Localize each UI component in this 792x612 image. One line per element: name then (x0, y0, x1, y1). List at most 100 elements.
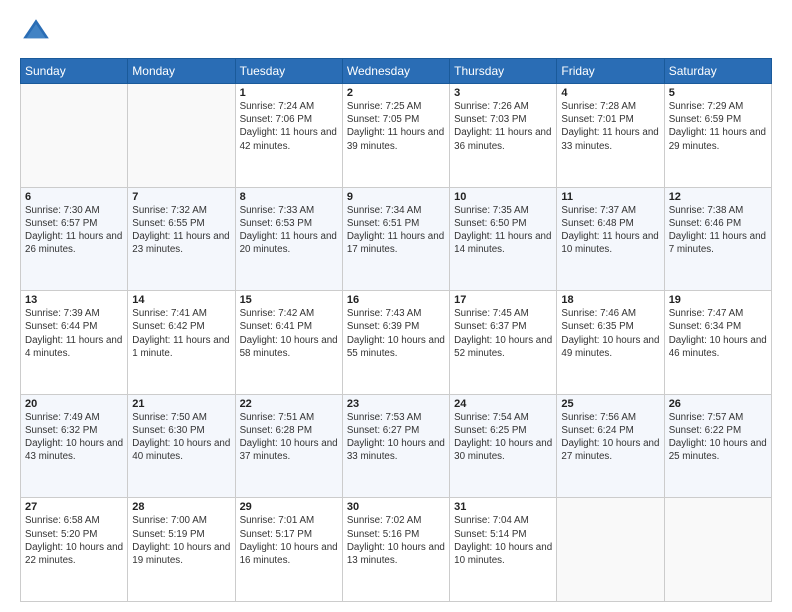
calendar-cell: 12Sunrise: 7:38 AM Sunset: 6:46 PM Dayli… (664, 187, 771, 291)
day-info: Sunrise: 7:34 AM Sunset: 6:51 PM Dayligh… (347, 204, 445, 257)
day-info: Sunrise: 7:32 AM Sunset: 6:55 PM Dayligh… (132, 204, 230, 257)
weekday-wednesday: Wednesday (342, 59, 449, 84)
calendar-cell: 8Sunrise: 7:33 AM Sunset: 6:53 PM Daylig… (235, 187, 342, 291)
day-number: 14 (132, 294, 230, 306)
day-info: Sunrise: 7:41 AM Sunset: 6:42 PM Dayligh… (132, 307, 230, 360)
logo (20, 16, 56, 48)
calendar-cell: 31Sunrise: 7:04 AM Sunset: 5:14 PM Dayli… (450, 498, 557, 602)
week-row-1: 1Sunrise: 7:24 AM Sunset: 7:06 PM Daylig… (21, 84, 772, 188)
week-row-4: 20Sunrise: 7:49 AM Sunset: 6:32 PM Dayli… (21, 394, 772, 498)
day-number: 6 (25, 191, 123, 203)
weekday-friday: Friday (557, 59, 664, 84)
day-number: 1 (240, 87, 338, 99)
calendar-table: SundayMondayTuesdayWednesdayThursdayFrid… (20, 58, 772, 602)
calendar-cell: 6Sunrise: 7:30 AM Sunset: 6:57 PM Daylig… (21, 187, 128, 291)
day-info: Sunrise: 7:51 AM Sunset: 6:28 PM Dayligh… (240, 411, 338, 464)
day-number: 20 (25, 398, 123, 410)
calendar-cell (664, 498, 771, 602)
weekday-sunday: Sunday (21, 59, 128, 84)
calendar-cell: 20Sunrise: 7:49 AM Sunset: 6:32 PM Dayli… (21, 394, 128, 498)
day-number: 18 (561, 294, 659, 306)
day-number: 30 (347, 501, 445, 513)
day-number: 7 (132, 191, 230, 203)
calendar-cell: 23Sunrise: 7:53 AM Sunset: 6:27 PM Dayli… (342, 394, 449, 498)
day-info: Sunrise: 7:50 AM Sunset: 6:30 PM Dayligh… (132, 411, 230, 464)
day-info: Sunrise: 7:24 AM Sunset: 7:06 PM Dayligh… (240, 100, 338, 153)
weekday-tuesday: Tuesday (235, 59, 342, 84)
week-row-3: 13Sunrise: 7:39 AM Sunset: 6:44 PM Dayli… (21, 291, 772, 395)
calendar-cell: 15Sunrise: 7:42 AM Sunset: 6:41 PM Dayli… (235, 291, 342, 395)
day-info: Sunrise: 6:58 AM Sunset: 5:20 PM Dayligh… (25, 514, 123, 567)
calendar-cell: 28Sunrise: 7:00 AM Sunset: 5:19 PM Dayli… (128, 498, 235, 602)
calendar-cell: 19Sunrise: 7:47 AM Sunset: 6:34 PM Dayli… (664, 291, 771, 395)
day-info: Sunrise: 7:26 AM Sunset: 7:03 PM Dayligh… (454, 100, 552, 153)
day-info: Sunrise: 7:43 AM Sunset: 6:39 PM Dayligh… (347, 307, 445, 360)
day-info: Sunrise: 7:49 AM Sunset: 6:32 PM Dayligh… (25, 411, 123, 464)
day-info: Sunrise: 7:28 AM Sunset: 7:01 PM Dayligh… (561, 100, 659, 153)
day-info: Sunrise: 7:56 AM Sunset: 6:24 PM Dayligh… (561, 411, 659, 464)
day-info: Sunrise: 7:02 AM Sunset: 5:16 PM Dayligh… (347, 514, 445, 567)
calendar-cell: 27Sunrise: 6:58 AM Sunset: 5:20 PM Dayli… (21, 498, 128, 602)
calendar-cell: 25Sunrise: 7:56 AM Sunset: 6:24 PM Dayli… (557, 394, 664, 498)
weekday-monday: Monday (128, 59, 235, 84)
day-number: 8 (240, 191, 338, 203)
day-info: Sunrise: 7:04 AM Sunset: 5:14 PM Dayligh… (454, 514, 552, 567)
day-number: 3 (454, 87, 552, 99)
day-number: 12 (669, 191, 767, 203)
day-info: Sunrise: 7:00 AM Sunset: 5:19 PM Dayligh… (132, 514, 230, 567)
calendar-cell (21, 84, 128, 188)
day-number: 31 (454, 501, 552, 513)
calendar-cell: 22Sunrise: 7:51 AM Sunset: 6:28 PM Dayli… (235, 394, 342, 498)
calendar-cell: 1Sunrise: 7:24 AM Sunset: 7:06 PM Daylig… (235, 84, 342, 188)
day-number: 16 (347, 294, 445, 306)
calendar-cell: 13Sunrise: 7:39 AM Sunset: 6:44 PM Dayli… (21, 291, 128, 395)
day-info: Sunrise: 7:45 AM Sunset: 6:37 PM Dayligh… (454, 307, 552, 360)
calendar-cell: 26Sunrise: 7:57 AM Sunset: 6:22 PM Dayli… (664, 394, 771, 498)
day-number: 22 (240, 398, 338, 410)
calendar-cell: 24Sunrise: 7:54 AM Sunset: 6:25 PM Dayli… (450, 394, 557, 498)
day-info: Sunrise: 7:01 AM Sunset: 5:17 PM Dayligh… (240, 514, 338, 567)
weekday-thursday: Thursday (450, 59, 557, 84)
calendar-cell: 17Sunrise: 7:45 AM Sunset: 6:37 PM Dayli… (450, 291, 557, 395)
day-number: 28 (132, 501, 230, 513)
calendar-cell: 11Sunrise: 7:37 AM Sunset: 6:48 PM Dayli… (557, 187, 664, 291)
day-number: 24 (454, 398, 552, 410)
calendar-cell: 7Sunrise: 7:32 AM Sunset: 6:55 PM Daylig… (128, 187, 235, 291)
day-number: 29 (240, 501, 338, 513)
calendar-cell: 9Sunrise: 7:34 AM Sunset: 6:51 PM Daylig… (342, 187, 449, 291)
calendar-cell: 16Sunrise: 7:43 AM Sunset: 6:39 PM Dayli… (342, 291, 449, 395)
day-info: Sunrise: 7:46 AM Sunset: 6:35 PM Dayligh… (561, 307, 659, 360)
day-info: Sunrise: 7:37 AM Sunset: 6:48 PM Dayligh… (561, 204, 659, 257)
calendar-cell: 29Sunrise: 7:01 AM Sunset: 5:17 PM Dayli… (235, 498, 342, 602)
day-number: 9 (347, 191, 445, 203)
day-info: Sunrise: 7:25 AM Sunset: 7:05 PM Dayligh… (347, 100, 445, 153)
day-number: 13 (25, 294, 123, 306)
day-info: Sunrise: 7:39 AM Sunset: 6:44 PM Dayligh… (25, 307, 123, 360)
day-number: 2 (347, 87, 445, 99)
day-number: 10 (454, 191, 552, 203)
day-number: 25 (561, 398, 659, 410)
calendar-cell: 5Sunrise: 7:29 AM Sunset: 6:59 PM Daylig… (664, 84, 771, 188)
day-info: Sunrise: 7:30 AM Sunset: 6:57 PM Dayligh… (25, 204, 123, 257)
day-info: Sunrise: 7:42 AM Sunset: 6:41 PM Dayligh… (240, 307, 338, 360)
day-info: Sunrise: 7:54 AM Sunset: 6:25 PM Dayligh… (454, 411, 552, 464)
day-number: 17 (454, 294, 552, 306)
calendar-cell: 21Sunrise: 7:50 AM Sunset: 6:30 PM Dayli… (128, 394, 235, 498)
calendar-cell (557, 498, 664, 602)
calendar-cell (128, 84, 235, 188)
day-info: Sunrise: 7:53 AM Sunset: 6:27 PM Dayligh… (347, 411, 445, 464)
calendar-cell: 10Sunrise: 7:35 AM Sunset: 6:50 PM Dayli… (450, 187, 557, 291)
day-info: Sunrise: 7:35 AM Sunset: 6:50 PM Dayligh… (454, 204, 552, 257)
logo-icon (20, 16, 52, 48)
day-number: 15 (240, 294, 338, 306)
day-number: 26 (669, 398, 767, 410)
day-info: Sunrise: 7:38 AM Sunset: 6:46 PM Dayligh… (669, 204, 767, 257)
calendar-cell: 2Sunrise: 7:25 AM Sunset: 7:05 PM Daylig… (342, 84, 449, 188)
weekday-saturday: Saturday (664, 59, 771, 84)
day-info: Sunrise: 7:57 AM Sunset: 6:22 PM Dayligh… (669, 411, 767, 464)
day-number: 27 (25, 501, 123, 513)
day-info: Sunrise: 7:47 AM Sunset: 6:34 PM Dayligh… (669, 307, 767, 360)
day-number: 11 (561, 191, 659, 203)
calendar-cell: 30Sunrise: 7:02 AM Sunset: 5:16 PM Dayli… (342, 498, 449, 602)
calendar-cell: 3Sunrise: 7:26 AM Sunset: 7:03 PM Daylig… (450, 84, 557, 188)
